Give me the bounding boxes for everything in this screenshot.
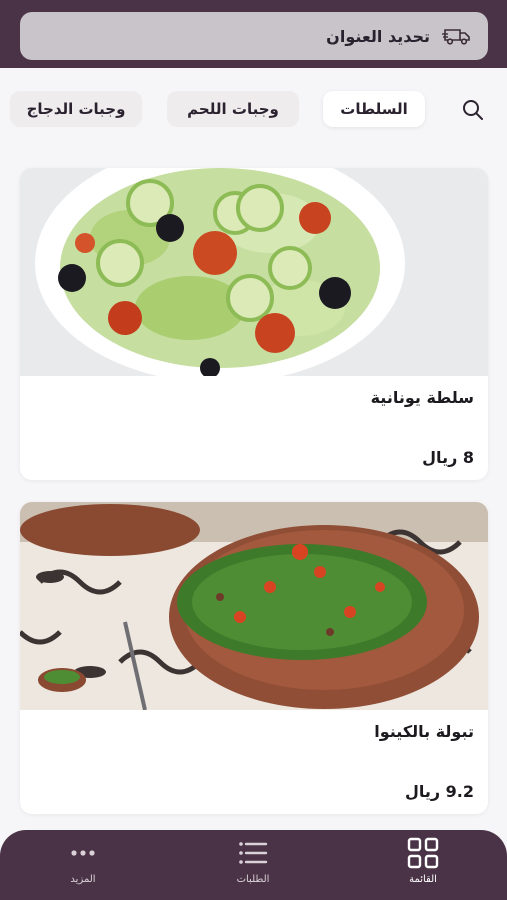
search-icon[interactable] [461, 98, 485, 122]
nav-item-more[interactable]: المزيد [38, 836, 128, 894]
nav-label: الطلبات [236, 874, 270, 885]
tab-meat-meals[interactable]: وجبات اللحم [167, 91, 299, 127]
address-label: تحديد العنوان [326, 26, 430, 46]
nav-label: المزيد [70, 874, 96, 885]
product-name: تبولة بالكينوا [374, 722, 474, 741]
product-image [20, 168, 488, 376]
set-address-button[interactable]: تحديد العنوان [20, 12, 488, 60]
tab-label: وجبات اللحم [187, 100, 279, 118]
nav-label: القائمة [409, 874, 437, 885]
product-card[interactable]: تبولة بالكينوا 9.2 ريال [20, 502, 488, 814]
product-card[interactable]: سلطة يونانية 8 ريال [20, 168, 488, 480]
product-price: 9.2 ريال [404, 782, 474, 801]
nav-item-menu[interactable]: القائمة [378, 836, 468, 894]
tab-salads[interactable]: السلطات [323, 91, 425, 127]
top-bar: تحديد العنوان [0, 0, 507, 68]
tab-label: السلطات [340, 100, 408, 118]
product-image [20, 502, 488, 710]
bottom-navigation: القائمة الطلبات المزيد [0, 830, 507, 900]
tab-label: وجبات الدجاج [26, 100, 126, 118]
nav-item-orders[interactable]: الطلبات [208, 836, 298, 894]
delivery-truck-icon [442, 29, 470, 45]
tab-chicken-meals[interactable]: وجبات الدجاج [10, 91, 142, 127]
list-icon [239, 842, 268, 864]
product-name: سلطة يونانية [370, 388, 474, 407]
more-dots-icon [71, 850, 95, 856]
product-price: 8 ريال [422, 448, 474, 467]
grid-icon [407, 837, 439, 869]
